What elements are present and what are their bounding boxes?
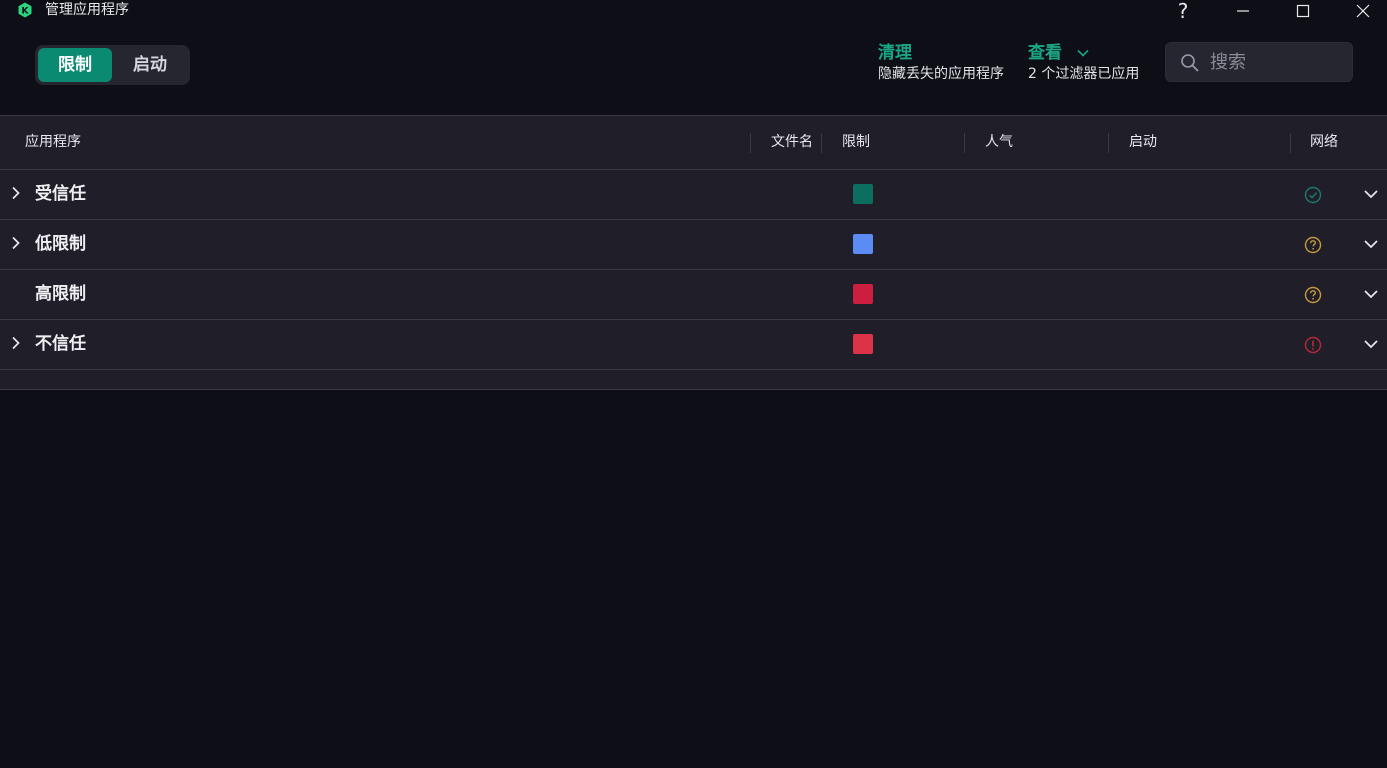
- question-circle-icon: [1304, 236, 1322, 254]
- col-restriction[interactable]: 限制: [842, 116, 870, 169]
- title-bar: K 管理应用程序 ?: [0, 0, 1387, 22]
- clean-subtitle: 隐藏丢失的应用程序: [878, 66, 1004, 82]
- clean-action[interactable]: 清理 隐藏丢失的应用程序: [878, 42, 1004, 84]
- restriction-color-swatch: [853, 184, 873, 204]
- search-input[interactable]: [1210, 43, 1348, 81]
- maximize-icon: [1296, 4, 1310, 18]
- chevron-right-icon[interactable]: [8, 185, 24, 201]
- column-divider[interactable]: [1290, 133, 1291, 153]
- row-name: 低限制: [35, 234, 86, 254]
- row-name: 不信任: [35, 334, 86, 354]
- chevron-down-icon[interactable]: [1363, 336, 1381, 354]
- row-name: 受信任: [35, 184, 86, 204]
- row-name: 高限制: [35, 284, 86, 304]
- apps-table: 应用程序 文件名 限制 人气 启动 网络 受信任低限制高限制不信任: [0, 115, 1387, 390]
- warning-circle-icon: [1304, 336, 1322, 354]
- help-icon: ?: [1177, 0, 1189, 23]
- search-icon: [1181, 54, 1199, 72]
- view-subtitle: 2 个过滤器已应用: [1028, 66, 1140, 82]
- window-title: 管理应用程序: [45, 2, 129, 18]
- question-circle-icon: [1304, 286, 1322, 304]
- column-divider[interactable]: [750, 133, 751, 153]
- close-icon: [1356, 4, 1370, 18]
- table-header: 应用程序 文件名 限制 人气 启动 网络: [0, 116, 1387, 170]
- table-row[interactable]: 受信任: [0, 170, 1387, 220]
- close-button[interactable]: [1343, 0, 1383, 22]
- chevron-down-icon[interactable]: [1363, 186, 1381, 204]
- table-row[interactable]: 低限制: [0, 220, 1387, 270]
- table-row[interactable]: 不信任: [0, 320, 1387, 370]
- toggle-restrict[interactable]: 限制: [38, 48, 112, 82]
- restriction-color-swatch: [853, 334, 873, 354]
- col-network[interactable]: 网络: [1310, 116, 1338, 169]
- column-divider[interactable]: [821, 133, 822, 153]
- restriction-color-swatch: [853, 234, 873, 254]
- mode-toggle: 限制 启动: [35, 45, 190, 85]
- chevron-down-icon: [1077, 49, 1089, 57]
- chevron-down-icon[interactable]: [1363, 236, 1381, 254]
- app-logo-letter: K: [22, 7, 30, 17]
- table-row[interactable]: 高限制: [0, 270, 1387, 320]
- check-circle-icon: [1304, 186, 1322, 204]
- col-filename[interactable]: 文件名: [771, 116, 813, 169]
- search-box: [1165, 42, 1353, 82]
- view-action[interactable]: 查看 2 个过滤器已应用: [1028, 42, 1139, 84]
- col-popularity[interactable]: 人气: [985, 116, 1013, 169]
- chevron-right-icon[interactable]: [8, 335, 24, 351]
- restriction-color-swatch: [853, 284, 873, 304]
- column-divider[interactable]: [1108, 133, 1109, 153]
- minimize-icon: [1237, 10, 1249, 12]
- toggle-startup[interactable]: 启动: [113, 48, 187, 82]
- col-startup[interactable]: 启动: [1129, 116, 1157, 169]
- clean-title: 清理: [878, 43, 912, 63]
- minimize-button[interactable]: [1223, 0, 1263, 22]
- column-divider[interactable]: [964, 133, 965, 153]
- col-app[interactable]: 应用程序: [25, 116, 81, 169]
- app-logo-icon: K: [18, 2, 32, 18]
- chevron-right-icon[interactable]: [8, 235, 24, 251]
- chevron-down-icon[interactable]: [1363, 286, 1381, 304]
- maximize-button[interactable]: [1283, 0, 1323, 22]
- help-button[interactable]: ?: [1163, 0, 1203, 22]
